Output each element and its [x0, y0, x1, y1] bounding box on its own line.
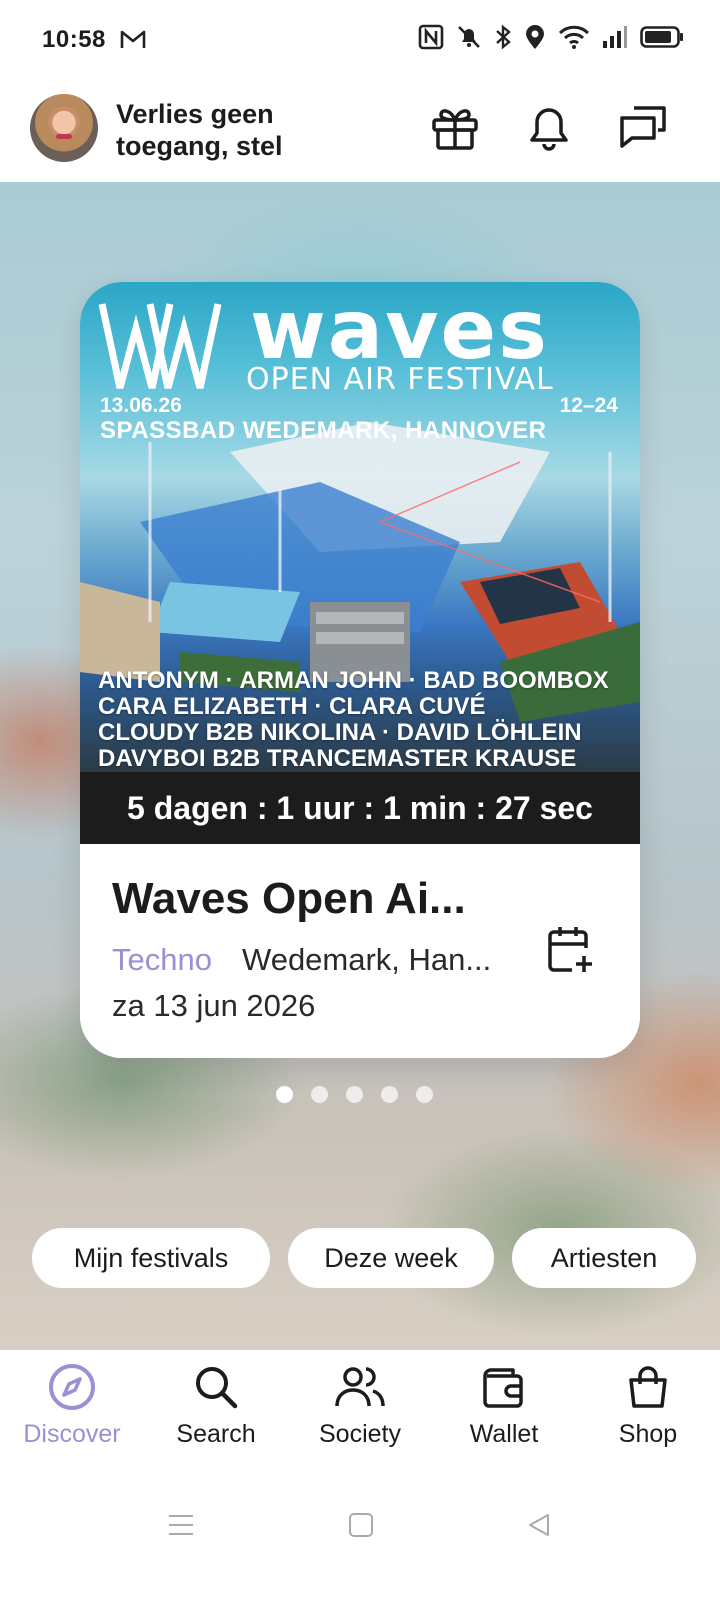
wifi-icon [558, 25, 590, 49]
pager-dot[interactable] [346, 1086, 363, 1103]
nav-label: Search [176, 1420, 256, 1448]
carousel-pager [276, 1086, 433, 1103]
poster-subtitle: OPEN AIR FESTIVAL [246, 362, 554, 397]
battery-icon [640, 26, 683, 48]
countdown-timer: 5 dagen : 1 uur : 1 min : 27 sec [80, 772, 640, 844]
pager-dot[interactable] [311, 1086, 328, 1103]
nav-label: Wallet [469, 1420, 539, 1448]
poster-hours: 12–24 [559, 394, 618, 417]
compass-icon [49, 1364, 95, 1410]
poster-title: waves [250, 283, 549, 378]
back-icon[interactable] [526, 1512, 552, 1538]
app-header: Verlies geen toegang, stel [0, 82, 720, 182]
event-title: Waves Open Ai... [112, 874, 466, 923]
location-icon [526, 25, 544, 49]
account-prompt-text[interactable]: Verlies geen toegang, stel [116, 98, 326, 162]
nav-society[interactable]: Society [290, 1362, 430, 1449]
home-icon[interactable] [348, 1512, 374, 1538]
nav-shop[interactable]: Shop [578, 1362, 718, 1449]
status-bar: 10:58 [0, 0, 720, 82]
pager-dot[interactable] [416, 1086, 433, 1103]
nav-discover[interactable]: Discover [2, 1362, 142, 1449]
messages-icon[interactable] [616, 100, 670, 154]
poster-date: 13.06.26 [100, 394, 182, 417]
mute-icon [458, 26, 480, 48]
shopping-bag-icon [629, 1366, 667, 1408]
chip-deze-week[interactable]: Deze week [288, 1228, 494, 1288]
chip-artiesten[interactable]: Artiesten [512, 1228, 696, 1288]
chip-mijn-festivals[interactable]: Mijn festivals [32, 1228, 270, 1288]
nav-label: Shop [618, 1420, 678, 1448]
bluetooth-icon [496, 24, 511, 50]
event-poster: waves OPEN AIR FESTIVAL 13.06.26 12–24 S… [80, 282, 640, 772]
menu-icon[interactable] [168, 1512, 194, 1538]
gmail-icon [120, 30, 146, 48]
lineup-line: CARA ELIZABETH · CLARA CUVÉ [98, 693, 486, 720]
lineup-line: DAVYBOI B2B TRANCEMASTER KRAUSE [98, 745, 577, 772]
nav-label: Discover [23, 1420, 121, 1448]
status-time: 10:58 [42, 26, 106, 53]
nav-label: Society [319, 1420, 401, 1448]
featured-event-card[interactable]: waves OPEN AIR FESTIVAL 13.06.26 12–24 S… [80, 282, 640, 1058]
add-to-calendar-icon[interactable] [542, 922, 598, 978]
bottom-navigation: Discover Search Society Wallet Shop [0, 1350, 720, 1480]
event-location: Wedemark, Han... [242, 942, 492, 977]
poster-venue: SPASSBAD WEDEMARK, HANNOVER [100, 417, 547, 444]
gift-icon[interactable] [428, 100, 482, 154]
event-genre: Techno [112, 942, 212, 977]
nav-search[interactable]: Search [146, 1362, 286, 1449]
nav-wallet[interactable]: Wallet [434, 1362, 574, 1449]
event-date: za 13 jun 2026 [112, 988, 316, 1023]
avatar[interactable] [30, 94, 98, 162]
pager-dot[interactable] [276, 1086, 293, 1103]
wallet-icon [483, 1368, 523, 1408]
lineup-line: ANTONYM · ARMAN JOHN · BAD BOOMBOX [98, 667, 609, 694]
lineup-line: CLOUDY B2B NIKOLINA · DAVID LÖHLEIN [98, 719, 582, 746]
nfc-icon [418, 24, 444, 50]
users-icon [335, 1367, 385, 1407]
system-navigation [0, 1480, 720, 1600]
signal-icon [603, 26, 627, 48]
pager-dot[interactable] [381, 1086, 398, 1103]
event-info: Waves Open Ai... Techno Wedemark, Han...… [80, 844, 640, 1058]
bell-icon[interactable] [522, 100, 576, 154]
poster-lineup: ANTONYM · ARMAN JOHN · BAD BOOMBOX CARA … [98, 668, 628, 772]
search-icon [196, 1367, 238, 1409]
